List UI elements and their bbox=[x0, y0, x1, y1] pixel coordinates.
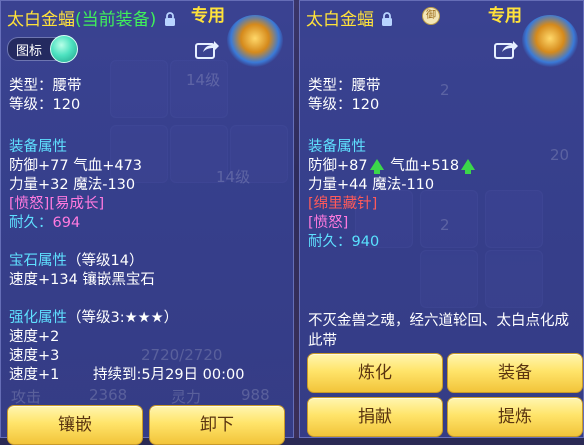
share-icon[interactable] bbox=[195, 39, 219, 59]
gem-header-title: 宝石属性 bbox=[9, 253, 67, 269]
enhance-line-2: 速度+3 bbox=[9, 348, 60, 364]
enhance-line-3: 速度+1 bbox=[9, 367, 60, 383]
exclusive-label: 专用 bbox=[191, 6, 225, 26]
durability-value: 694 bbox=[52, 215, 81, 231]
enhance-header-title: 强化属性 bbox=[9, 310, 67, 326]
equip-attr-header: 装备属性 bbox=[9, 139, 67, 155]
item-level: 等级：120 bbox=[9, 97, 81, 113]
compare-item-panel: 2 2 20 太白金蝠 御 专用 类型：腰带 等级：120 装备属性 防御+87… bbox=[299, 0, 584, 438]
bg-count-text: 2 bbox=[440, 81, 450, 99]
item-level: 等级：120 bbox=[308, 97, 380, 113]
gem-header: 宝石属性（等级14） bbox=[9, 252, 143, 270]
ring-badge-icon: 御 bbox=[422, 7, 440, 25]
durability-label: 耐久： bbox=[9, 215, 53, 231]
bg-spirit-value: 988 bbox=[241, 386, 270, 404]
stat-defense: 防御+87 bbox=[308, 158, 368, 174]
extract-button[interactable]: 提炼 bbox=[447, 397, 583, 437]
exclusive-label: 专用 bbox=[488, 6, 522, 26]
item-type: 类型：腰带 bbox=[9, 78, 82, 94]
item-title: 太白金蝠(当前装备) bbox=[7, 5, 176, 32]
stats-line-1: 防御+87 气血+518 bbox=[308, 157, 477, 175]
enhance-header: 强化属性（等级3:★★★） bbox=[9, 309, 178, 327]
item-type: 类型：腰带 bbox=[308, 78, 381, 94]
bg-attack-value: 2368 bbox=[89, 386, 128, 404]
belt-item-icon bbox=[522, 15, 578, 67]
bg-count-text: 20 bbox=[550, 146, 570, 164]
item-name: 太白金蝠 bbox=[7, 10, 75, 30]
equip-attr-header: 装备属性 bbox=[308, 139, 366, 155]
equipped-item-panel: 14级 14级 2720/2720 攻击 2368 灵力 988 太白金蝠(当前… bbox=[0, 0, 294, 445]
stats-line-2: 力量+44 魔法-110 bbox=[308, 177, 435, 193]
durability: 耐久：940 bbox=[308, 233, 379, 251]
toggle-label: 图标 bbox=[16, 44, 43, 59]
inlay-button[interactable]: 镶嵌 bbox=[7, 405, 143, 445]
bg-level-text: 14级 bbox=[216, 168, 251, 186]
lock-icon[interactable] bbox=[381, 12, 393, 32]
refine-button[interactable]: 炼化 bbox=[307, 353, 443, 393]
share-icon[interactable] bbox=[494, 39, 518, 59]
item-name: 太白金蝠 bbox=[306, 10, 374, 30]
bg-level-text: 14级 bbox=[186, 71, 221, 89]
up-arrow-icon bbox=[369, 159, 384, 174]
durability-label: 耐久： bbox=[308, 234, 352, 250]
gem-level: （等级14） bbox=[67, 253, 144, 269]
item-description: 不灭金兽之魂，经六道轮回、太白点化成此带 bbox=[308, 313, 569, 349]
equipped-tag: (当前装备) bbox=[75, 10, 157, 30]
donate-button[interactable]: 捐献 bbox=[307, 397, 443, 437]
lock-icon[interactable] bbox=[164, 12, 176, 32]
special-effect-1: [绵里藏针] bbox=[308, 196, 378, 212]
durability-value: 940 bbox=[351, 234, 380, 250]
stats-line-1: 防御+77 气血+473 bbox=[9, 158, 143, 174]
unequip-button[interactable]: 卸下 bbox=[149, 405, 285, 445]
special-effects: [愤怒][易成长] bbox=[9, 196, 105, 212]
equip-button[interactable]: 装备 bbox=[447, 353, 583, 393]
icon-toggle[interactable]: 图标 bbox=[7, 35, 78, 63]
stat-hp: 气血+518 bbox=[390, 158, 460, 174]
item-title: 太白金蝠 bbox=[306, 5, 393, 32]
bg-attack-label: 攻击 bbox=[11, 388, 42, 406]
gem-stats: 速度+134 镶嵌黑宝石 bbox=[9, 272, 155, 288]
enhance-duration: 持续到:5月29日 00:00 bbox=[93, 367, 245, 383]
up-arrow-icon bbox=[461, 159, 476, 174]
bg-spirit-label: 灵力 bbox=[171, 388, 202, 406]
durability: 耐久：694 bbox=[9, 214, 80, 232]
bg-hp-text: 2720/2720 bbox=[141, 346, 223, 364]
bg-count-text: 2 bbox=[440, 216, 450, 234]
belt-item-icon bbox=[227, 15, 283, 67]
enhance-level: （等级3:★★★） bbox=[67, 310, 179, 326]
toggle-knob[interactable] bbox=[50, 35, 78, 63]
stats-line-2: 力量+32 魔法-130 bbox=[9, 177, 136, 193]
special-effect-2: [愤怒] bbox=[308, 215, 349, 231]
enhance-line-1: 速度+2 bbox=[9, 329, 60, 345]
